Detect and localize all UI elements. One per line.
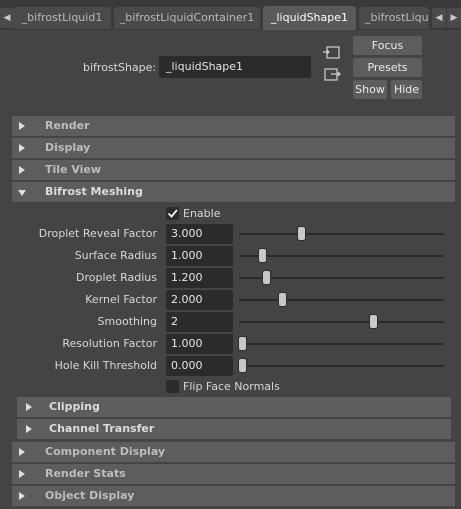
resolution-factor-field[interactable]: 1.000 [166, 334, 233, 354]
expand-arrow-icon [19, 122, 25, 130]
section-title: Bifrost Meshing [45, 185, 143, 198]
expand-arrow-icon [26, 403, 32, 411]
hole-kill-threshold-label: Hole Kill Threshold [54, 359, 157, 372]
section-title: Render [45, 119, 90, 132]
expand-arrow-icon [26, 425, 32, 433]
section-render[interactable]: Render [12, 116, 455, 136]
expand-arrow-icon [19, 166, 25, 174]
resolution-factor-label: Resolution Factor [62, 337, 157, 350]
smoothing-slider[interactable] [239, 321, 444, 323]
surface-radius-slider-handle[interactable] [259, 249, 266, 262]
tab-bifrost-liquid-container[interactable]: _bifrostLiquidContainer1 [114, 7, 260, 29]
hole-kill-threshold-slider[interactable] [239, 365, 444, 367]
tab-bifrost-liquid-truncated[interactable]: _bifrostLiqu [359, 7, 429, 29]
copy-tab-icon[interactable] [323, 68, 341, 82]
surface-radius-label: Surface Radius [74, 249, 157, 262]
section-title: Display [45, 141, 91, 154]
droplet-reveal-factor-slider[interactable] [239, 233, 444, 235]
expand-arrow-icon [19, 448, 25, 456]
section-render-stats[interactable]: Render Stats [12, 464, 455, 484]
hole-kill-threshold-slider-handle[interactable] [239, 359, 246, 372]
tab-liquid-shape[interactable]: _liquidShape1 [263, 6, 356, 30]
flip-face-normals-label: Flip Face Normals [183, 380, 280, 393]
flip-face-normals-checkbox[interactable] [166, 380, 179, 393]
tab-bifrost-liquid[interactable]: _bifrostLiquid1 [13, 7, 111, 29]
tab-scroll-right-icon[interactable]: ▶ [447, 8, 461, 28]
kernel-factor-label: Kernel Factor [85, 293, 157, 306]
droplet-reveal-factor-field[interactable]: 3.000 [166, 224, 233, 244]
shape-label: bifrostShape: [83, 61, 157, 74]
section-title: Component Display [45, 445, 166, 458]
subsection-channel-transfer[interactable]: Channel Transfer [17, 419, 451, 439]
kernel-factor-slider-handle[interactable] [279, 293, 286, 306]
section-tile-view[interactable]: Tile View [12, 160, 455, 180]
resolution-factor-slider-handle[interactable] [239, 337, 246, 350]
section-title: Render Stats [45, 467, 126, 480]
load-attributes-icon[interactable] [323, 46, 341, 60]
focus-button[interactable]: Focus [353, 36, 422, 55]
droplet-radius-slider-handle[interactable] [263, 271, 270, 284]
surface-radius-slider[interactable] [239, 255, 444, 257]
section-title: Channel Transfer [49, 422, 155, 435]
presets-button[interactable]: Presets [353, 58, 422, 77]
kernel-factor-slider[interactable] [239, 299, 444, 301]
droplet-reveal-factor-label: Droplet Reveal Factor [38, 227, 157, 240]
resolution-factor-slider[interactable] [239, 343, 444, 345]
smoothing-label: Smoothing [97, 315, 157, 328]
section-object-display[interactable]: Object Display [12, 486, 455, 506]
smoothing-field[interactable]: 2 [166, 312, 233, 332]
section-title: Clipping [49, 400, 100, 413]
droplet-radius-label: Droplet Radius [76, 271, 157, 284]
show-button[interactable]: Show [353, 80, 387, 99]
expand-arrow-icon [19, 144, 25, 152]
section-display[interactable]: Display [12, 138, 455, 158]
enable-label: Enable [183, 207, 221, 220]
section-bifrost-meshing[interactable]: Bifrost Meshing [12, 182, 455, 202]
droplet-radius-field[interactable]: 1.200 [166, 268, 233, 288]
hide-button[interactable]: Hide [391, 80, 422, 99]
tab-bar: ◀ _bifrostLiquid1 _bifrostLiquidContaine… [0, 0, 461, 30]
expand-arrow-icon [19, 492, 25, 500]
section-component-display[interactable]: Component Display [12, 442, 455, 462]
droplet-reveal-factor-slider-handle[interactable] [298, 227, 305, 240]
section-title: Object Display [45, 489, 135, 502]
collapse-arrow-icon [18, 190, 26, 196]
surface-radius-field[interactable]: 1.000 [166, 246, 233, 266]
checkmark-icon [167, 209, 178, 218]
smoothing-slider-handle[interactable] [370, 315, 377, 328]
subsection-clipping[interactable]: Clipping [17, 397, 451, 417]
enable-checkbox[interactable] [166, 207, 179, 220]
shape-name-field[interactable]: _liquidShape1 [159, 56, 311, 78]
hole-kill-threshold-field[interactable]: 0.000 [166, 356, 233, 376]
expand-arrow-icon [19, 470, 25, 478]
tab-scroll-left-icon-2[interactable]: ◀ [432, 8, 446, 28]
section-title: Tile View [45, 163, 102, 176]
kernel-factor-field[interactable]: 2.000 [166, 290, 233, 310]
tab-scroll-left-icon[interactable]: ◀ [0, 8, 14, 28]
